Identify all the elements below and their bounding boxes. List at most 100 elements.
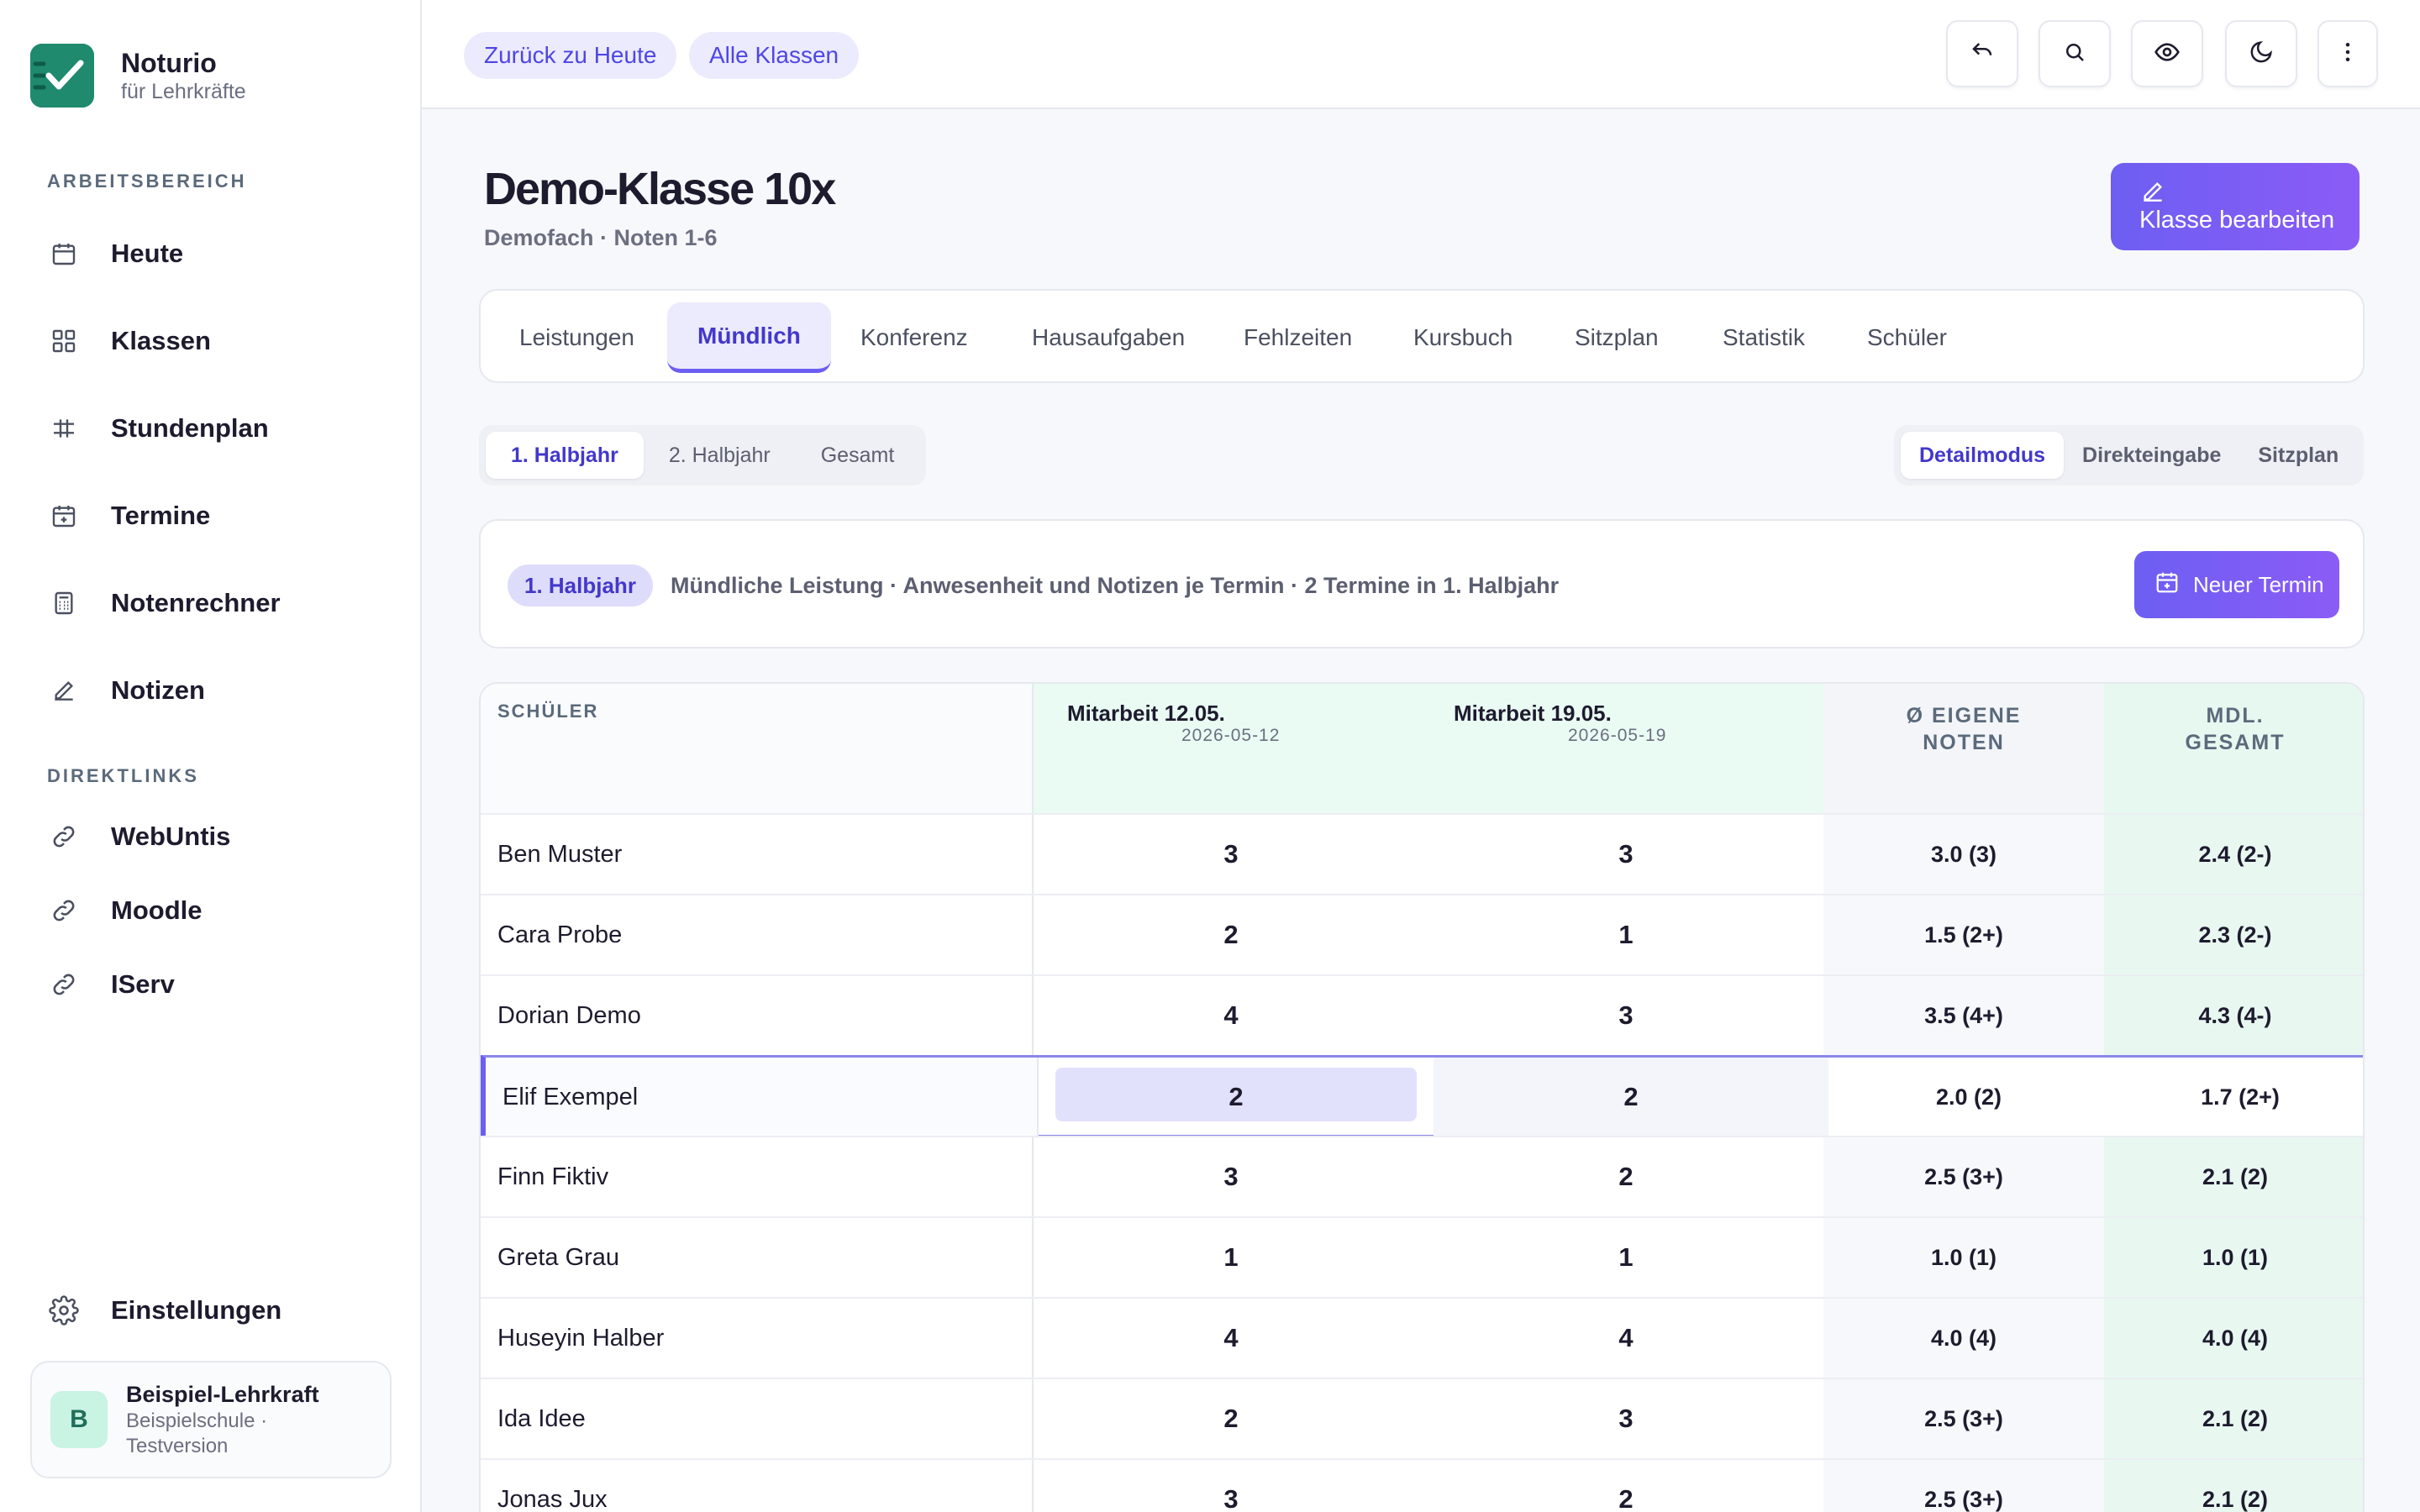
total-cell: 2.1 (2) [2104,1379,2363,1458]
preview-button[interactable] [2131,20,2203,87]
grade-cell[interactable]: 2 [1428,1137,1823,1216]
page-title: Demo-Klasse 10x [484,164,836,214]
sidebar-item-label: Notizen [111,675,205,705]
tab-statistik[interactable]: Statistik [1723,302,1805,373]
grade-cell[interactable]: 1 [1034,1218,1428,1297]
link-moodle[interactable]: Moodle [47,885,400,936]
tab-konferenz[interactable]: Konferenz [860,302,968,373]
section-label-links: DIREKTLINKS [47,765,199,786]
mode-direct-entry[interactable]: Direkteingabe [2064,432,2239,479]
term-first[interactable]: 1. Halbjahr [486,432,644,479]
table-row[interactable]: Huseyin Halber 4 4 4.0 (4) 4.0 (4) [481,1297,2363,1378]
search-button[interactable] [2039,20,2111,87]
average-cell: 4.0 (4) [1823,1299,2104,1378]
dark-mode-button[interactable] [2225,20,2297,87]
all-classes-link[interactable]: Alle Klassen [689,32,860,79]
sidebar-item-heute[interactable]: Heute [47,228,400,279]
sidebar-item-stundenplan[interactable]: Stundenplan [47,403,400,454]
term-second[interactable]: 2. Halbjahr [644,432,796,479]
tab-hausaufgaben[interactable]: Hausaufgaben [1032,302,1185,373]
tab-kursbuch[interactable]: Kursbuch [1413,302,1512,373]
grade-cell[interactable]: 3 [1034,1460,1428,1512]
info-card: 1. Halbjahr Mündliche Leistung · Anwesen… [479,519,2365,648]
tab-fehlzeiten[interactable]: Fehlzeiten [1244,302,1352,373]
user-card[interactable]: B Beispiel-Lehrkraft Beispielschule · Te… [30,1361,392,1478]
edit-class-button[interactable]: Klasse bearbeiten [2111,163,2360,250]
grade-cell[interactable]: 1 [1428,895,1823,974]
grade-cell[interactable]: 2 [1434,1058,1828,1137]
tab-muendlich[interactable]: Mündlich [667,302,831,373]
grade-cell[interactable]: 4 [1034,976,1428,1055]
search-icon [2062,39,2087,69]
link-iserv[interactable]: IServ [47,959,400,1010]
total-cell: 2.1 (2) [2104,1137,2363,1216]
table-row[interactable]: Ida Idee 2 3 2.5 (3+) 2.1 (2) [481,1378,2363,1458]
sidebar-item-settings[interactable]: Einstellungen [47,1285,400,1336]
sidebar-item-notenrechner[interactable]: Notenrechner [47,578,400,628]
mode-detail[interactable]: Detailmodus [1901,432,2065,479]
term-selector: 1. Halbjahr 2. Halbjahr Gesamt [479,425,927,486]
new-appointment-label: Neuer Termin [2193,571,2324,597]
sidebar-item-notizen[interactable]: Notizen [47,665,400,716]
timetable-icon [47,412,81,445]
grade-cell[interactable]: 3 [1034,1137,1428,1216]
tab-sitzplan[interactable]: Sitzplan [1575,302,1659,373]
term-badge: 1. Halbjahr [508,564,653,606]
brand[interactable]: Noturio für Lehrkräfte [30,44,246,108]
table-row[interactable]: Greta Grau 1 1 1.0 (1) 1.0 (1) [481,1216,2363,1297]
grade-cell[interactable]: 1 [1428,1218,1823,1297]
link-webuntis[interactable]: WebUntis [47,811,400,862]
grade-cell[interactable]: 2 [1034,895,1428,974]
grade-cell[interactable]: 3 [1428,1379,1823,1458]
mode-seating[interactable]: Sitzplan [2239,432,2357,479]
table-row[interactable]: Dorian Demo 4 3 3.5 (4+) 4.3 (4-) [481,974,2363,1055]
table-row-selected[interactable]: Elif Exempel 2 2 2.0 (2) 1.7 (2+) [481,1055,2363,1137]
table-row[interactable]: Cara Probe 2 1 1.5 (2+) 2.3 (2-) [481,894,2363,974]
sidebar-item-label: Notenrechner [111,588,281,617]
grade-cell[interactable]: 3 [1428,976,1823,1055]
grade-value: 2 [1228,1082,1244,1111]
term-total[interactable]: Gesamt [796,432,920,479]
tab-schueler[interactable]: Schüler [1867,302,1947,373]
grade-cell[interactable]: 4 [1034,1299,1428,1378]
table-row[interactable]: Jonas Jux 3 2 2.5 (3+) 2.1 (2) [481,1458,2363,1512]
table-row[interactable]: Ben Muster 3 3 3.0 (3) 2.4 (2-) [481,813,2363,894]
calculator-icon [47,586,81,620]
calendar-plus-icon [2154,570,2180,601]
student-name: Cara Probe [481,895,1034,974]
more-vertical-icon [2335,39,2360,69]
undo-button[interactable] [1946,20,2018,87]
gear-icon [47,1294,81,1327]
link-icon [47,820,81,853]
table-row[interactable]: Finn Fiktiv 3 2 2.5 (3+) 2.1 (2) [481,1136,2363,1216]
total-cell: 4.3 (4-) [2104,976,2363,1055]
grade-cell[interactable]: 3 [1428,815,1823,894]
link-label: WebUntis [111,822,231,851]
grade-cell[interactable]: 3 [1034,815,1428,894]
section-label-workspace: ARBEITSBEREICH [47,171,247,192]
mode-selector: Detailmodus Direkteingabe Sitzplan [1894,425,2365,486]
grade-cell-focused[interactable]: 2 [1039,1058,1434,1137]
student-name: Greta Grau [481,1218,1034,1297]
link-icon [47,968,81,1001]
total-cell: 2.1 (2) [2104,1460,2363,1512]
calendar-plus-icon [47,499,81,533]
sidebar-item-termine[interactable]: Termine [47,491,400,541]
edit-class-label: Klasse bearbeiten [2139,207,2335,234]
header-appointment-1[interactable]: Mitarbeit 12.05. 2026-05-12 [1034,684,1428,813]
appointment-title: Mitarbeit 12.05. [1067,701,1225,726]
grade-cell[interactable]: 2 [1034,1379,1428,1458]
sidebar-item-klassen[interactable]: Klassen [47,316,400,366]
link-label: Moodle [111,895,203,925]
grade-cell[interactable]: 4 [1428,1299,1823,1378]
total-cell: 1.7 (2+) [2109,1058,2363,1137]
header-appointment-2[interactable]: Mitarbeit 19.05. 2026-05-19 [1428,684,1823,813]
back-to-today-link[interactable]: Zurück zu Heute [464,32,677,79]
new-appointment-button[interactable]: Neuer Termin [2134,551,2339,618]
more-button[interactable] [2317,20,2378,87]
calendar-icon [47,237,81,270]
average-cell: 1.0 (1) [1823,1218,2104,1297]
grade-cell[interactable]: 2 [1428,1460,1823,1512]
tab-leistungen[interactable]: Leistungen [519,302,634,373]
header-student-label: SCHÜLER [497,701,599,722]
